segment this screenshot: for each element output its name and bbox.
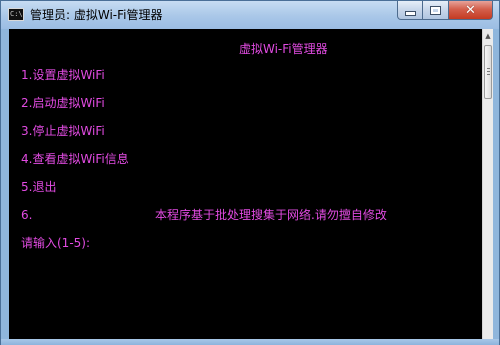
grip-line (487, 74, 490, 75)
scroll-up-arrow-icon[interactable]: ▲ (483, 29, 493, 44)
menu-item-3: 3.停止虚拟WiFi (21, 124, 105, 138)
window-bottom-border (1, 339, 499, 345)
close-icon: ✕ (465, 2, 476, 18)
input-prompt: 请输入(1-5): (21, 236, 91, 250)
menu-item-6: 6. (21, 208, 33, 222)
vertical-scrollbar[interactable]: ▲ (482, 29, 493, 339)
console-icon[interactable]: C:\ (8, 8, 24, 21)
scroll-thumb[interactable] (484, 45, 492, 99)
menu-item-4: 4.查看虚拟WiFi信息 (21, 152, 129, 166)
console-header: 虚拟Wi-Fi管理器 (239, 42, 328, 56)
minimize-button[interactable] (397, 1, 423, 20)
console-icon-text: C:\ (10, 10, 23, 18)
maximize-button[interactable] (423, 1, 449, 20)
grip-line (487, 71, 490, 72)
window-title: 管理员: 虚拟Wi-Fi管理器 (30, 8, 163, 22)
close-button[interactable]: ✕ (449, 1, 493, 20)
notice-text: 本程序基于批处理搜集于网络.请勿擅自修改 (155, 208, 387, 222)
console-output[interactable]: 虚拟Wi-Fi管理器 1.设置虚拟WiFi 2.启动虚拟WiFi 3.停止虚拟W… (9, 29, 482, 339)
minimize-icon (404, 10, 416, 16)
menu-item-2: 2.启动虚拟WiFi (21, 96, 105, 110)
console-window: C:\ 管理员: 虚拟Wi-Fi管理器 ✕ 虚拟Wi-Fi管理器 1.设置虚拟W… (0, 0, 500, 345)
title-bar[interactable]: C:\ 管理员: 虚拟Wi-Fi管理器 ✕ (1, 1, 499, 29)
grip-line (487, 68, 490, 69)
caption-buttons: ✕ (397, 1, 493, 21)
maximize-icon (431, 6, 440, 14)
menu-item-1: 1.设置虚拟WiFi (21, 68, 105, 82)
menu-item-5: 5.退出 (21, 180, 57, 194)
